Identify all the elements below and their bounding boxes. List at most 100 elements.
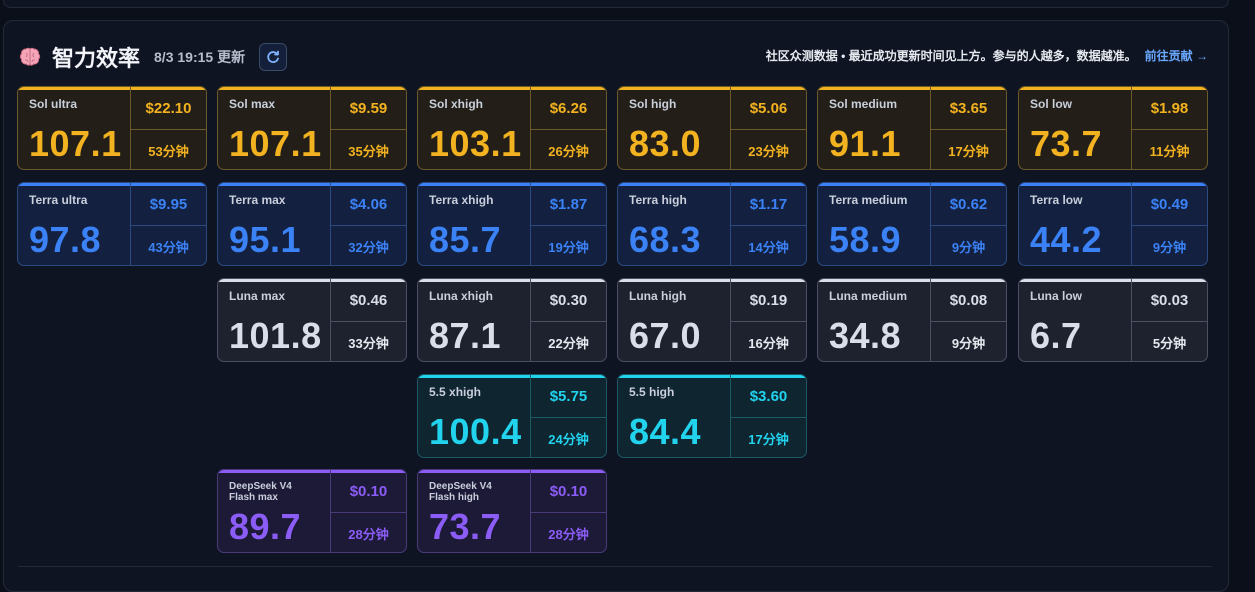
model-name-line2: Flash high xyxy=(429,492,479,503)
time-value: 17分钟 xyxy=(948,143,989,159)
previous-panel-edge xyxy=(3,0,1229,8)
model-card-terra-medium[interactable]: Terra medium 58.9 $0.62 9分钟 xyxy=(817,182,1007,266)
score-value: 100.4 xyxy=(429,411,522,452)
score-value: 44.2 xyxy=(1030,219,1103,260)
price-value: $0.08 xyxy=(931,279,1006,322)
model-card-luna-max[interactable]: Luna max 101.8 $0.46 33分钟 xyxy=(217,278,407,362)
model-card-luna-xhigh[interactable]: Luna xhigh 87.1 $0.30 22分钟 xyxy=(417,278,607,362)
model-name: DeepSeek V4 Flash max xyxy=(229,481,292,503)
price-value: $1.98 xyxy=(1132,87,1207,130)
score-value: 87.1 xyxy=(429,315,502,356)
score-value: 103.1 xyxy=(429,123,522,164)
model-name: Sol max xyxy=(229,97,276,111)
time-value: 5分钟 xyxy=(1152,335,1187,351)
brain-icon xyxy=(18,45,42,69)
time-value: 32分钟 xyxy=(348,239,389,255)
score-value: 34.8 xyxy=(829,315,902,356)
model-name: Luna medium xyxy=(829,289,908,303)
price-value: $3.65 xyxy=(931,87,1006,130)
time-value: 9分钟 xyxy=(951,335,986,351)
score-value: 107.1 xyxy=(29,123,122,164)
score-value: 83.0 xyxy=(629,123,702,164)
model-name: Luna xhigh xyxy=(429,289,493,303)
score-value: 107.1 xyxy=(229,123,322,164)
model-card-terra-xhigh[interactable]: Terra xhigh 85.7 $1.87 19分钟 xyxy=(417,182,607,266)
score-value: 6.7 xyxy=(1030,315,1082,356)
price-value: $22.10 xyxy=(131,87,206,130)
score-value: 67.0 xyxy=(629,315,702,356)
price-value: $0.49 xyxy=(1132,183,1207,226)
price-value: $5.06 xyxy=(731,87,806,130)
last-updated-text: 8/3 19:15 更新 xyxy=(154,49,246,65)
score-value: 97.8 xyxy=(29,219,102,260)
time-value: 28分钟 xyxy=(348,526,389,542)
model-name: 5.5 high xyxy=(629,385,675,399)
model-card-luna-high[interactable]: Luna high 67.0 $0.19 16分钟 xyxy=(617,278,807,362)
price-value: $3.60 xyxy=(731,375,806,418)
price-value: $0.46 xyxy=(331,279,406,322)
time-value: 43分钟 xyxy=(148,239,189,255)
model-card-deepseek-v4-flash-max[interactable]: DeepSeek V4 Flash max 89.7 $0.10 28分钟 xyxy=(217,469,407,553)
time-value: 17分钟 xyxy=(748,431,789,447)
model-name: Sol low xyxy=(1030,97,1072,111)
price-value: $6.26 xyxy=(531,87,606,130)
model-name: Terra medium xyxy=(829,193,908,207)
model-name: Terra low xyxy=(1030,193,1083,207)
model-card-luna-low[interactable]: Luna low 6.7 $0.03 5分钟 xyxy=(1018,278,1208,362)
refresh-icon xyxy=(267,50,279,63)
price-value: $0.03 xyxy=(1132,279,1207,322)
score-value: 73.7 xyxy=(429,506,502,547)
model-name-line2: Flash max xyxy=(229,492,278,503)
model-name: Luna low xyxy=(1030,289,1082,303)
refresh-button[interactable] xyxy=(259,43,288,71)
price-value: $9.59 xyxy=(331,87,406,130)
model-card-terra-low[interactable]: Terra low 44.2 $0.49 9分钟 xyxy=(1018,182,1208,266)
model-card-5-5-high[interactable]: 5.5 high 84.4 $3.60 17分钟 xyxy=(617,374,807,458)
model-card-sol-medium[interactable]: Sol medium 91.1 $3.65 17分钟 xyxy=(817,86,1007,170)
price-value: $4.06 xyxy=(331,183,406,226)
model-card-sol-max[interactable]: Sol max 107.1 $9.59 35分钟 xyxy=(217,86,407,170)
model-name: Terra high xyxy=(629,193,687,207)
model-name: Sol medium xyxy=(829,97,898,111)
price-value: $1.87 xyxy=(531,183,606,226)
score-value: 89.7 xyxy=(229,506,302,547)
score-value: 84.4 xyxy=(629,411,702,452)
model-card-terra-high[interactable]: Terra high 68.3 $1.17 14分钟 xyxy=(617,182,807,266)
time-value: 24分钟 xyxy=(548,431,589,447)
model-name: Terra max xyxy=(229,193,286,207)
time-value: 16分钟 xyxy=(748,335,789,351)
score-value: 91.1 xyxy=(829,123,902,164)
score-value: 95.1 xyxy=(229,219,302,260)
notice-text: 社区众测数据 • 最近成功更新时间见上方。参与的人越多，数据越准。 xyxy=(765,49,1137,63)
community-notice: 社区众测数据 • 最近成功更新时间见上方。参与的人越多，数据越准。 前往贡献 → xyxy=(766,47,1208,64)
price-value: $5.75 xyxy=(531,375,606,418)
model-name: Terra xhigh xyxy=(429,193,494,207)
model-name-line1: DeepSeek V4 xyxy=(429,481,492,492)
model-card-sol-ultra[interactable]: Sol ultra 107.1 $22.10 53分钟 xyxy=(17,86,207,170)
model-name: 5.5 xhigh xyxy=(429,385,482,399)
score-value: 68.3 xyxy=(629,219,702,260)
time-value: 9分钟 xyxy=(951,239,986,255)
model-card-5-5-xhigh[interactable]: 5.5 xhigh 100.4 $5.75 24分钟 xyxy=(417,374,607,458)
score-value: 85.7 xyxy=(429,219,502,260)
model-card-luna-medium[interactable]: Luna medium 34.8 $0.08 9分钟 xyxy=(817,278,1007,362)
price-value: $9.95 xyxy=(131,183,206,226)
time-value: 53分钟 xyxy=(148,143,189,159)
model-card-terra-ultra[interactable]: Terra ultra 97.8 $9.95 43分钟 xyxy=(17,182,207,266)
time-value: 19分钟 xyxy=(548,239,589,255)
next-section-divider xyxy=(18,566,1212,577)
contribute-link[interactable]: 前往贡献 → xyxy=(1145,47,1208,64)
price-value: $0.62 xyxy=(931,183,1006,226)
model-card-deepseek-v4-flash-high[interactable]: DeepSeek V4 Flash high 73.7 $0.10 28分钟 xyxy=(417,469,607,553)
score-value: 58.9 xyxy=(829,219,902,260)
model-card-sol-high[interactable]: Sol high 83.0 $5.06 23分钟 xyxy=(617,86,807,170)
model-card-terra-max[interactable]: Terra max 95.1 $4.06 32分钟 xyxy=(217,182,407,266)
price-value: $0.10 xyxy=(331,470,406,513)
time-value: 9分钟 xyxy=(1152,239,1187,255)
model-name: Sol ultra xyxy=(29,97,78,111)
score-value: 73.7 xyxy=(1030,123,1103,164)
time-value: 22分钟 xyxy=(548,335,589,351)
model-card-sol-low[interactable]: Sol low 73.7 $1.98 11分钟 xyxy=(1018,86,1208,170)
model-name-line1: DeepSeek V4 xyxy=(229,481,292,492)
model-card-sol-xhigh[interactable]: Sol xhigh 103.1 $6.26 26分钟 xyxy=(417,86,607,170)
